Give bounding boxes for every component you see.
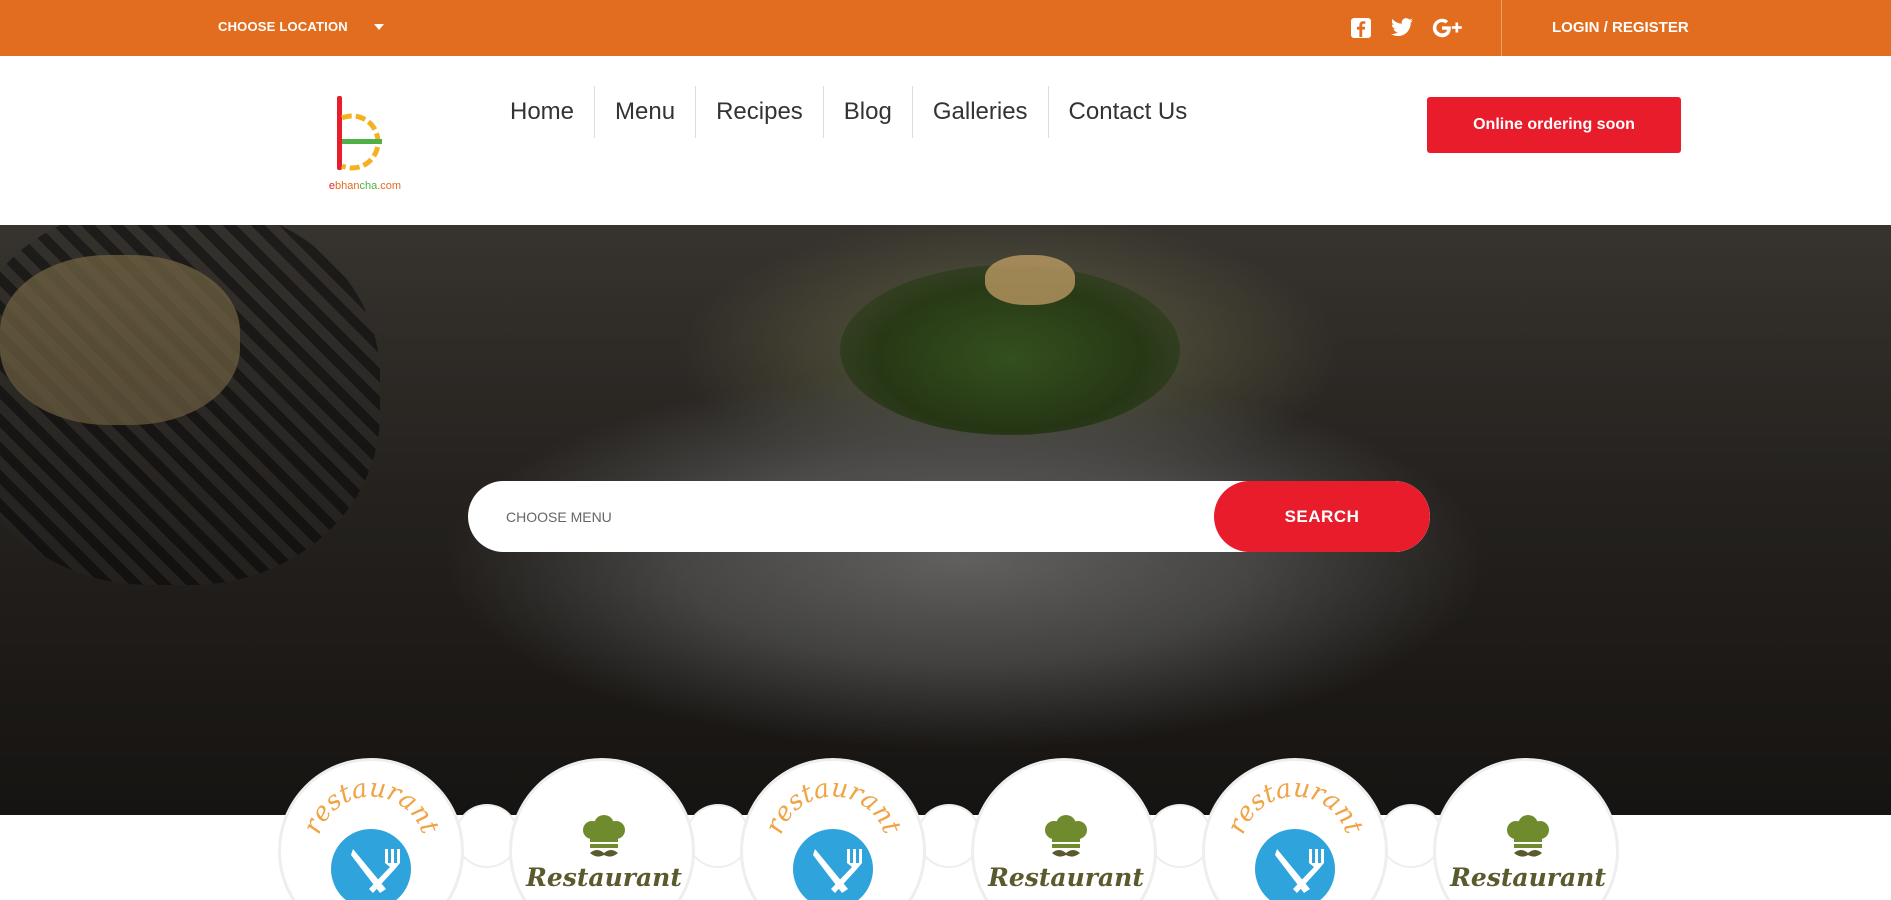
badge-connector: [457, 806, 517, 866]
chef-hat-logo-icon: Restaurant: [525, 815, 682, 892]
site-header: ebhancha.com Home Menu Recipes Blog Gall…: [0, 56, 1891, 225]
restaurant-badge[interactable]: Restaurant: [509, 758, 695, 900]
restaurant-badge[interactable]: restaurant: [278, 758, 464, 900]
twitter-icon[interactable]: [1390, 18, 1414, 38]
login-register-link[interactable]: LOGIN / REGISTER: [1552, 19, 1689, 36]
nav-item-galleries[interactable]: Galleries: [911, 86, 1048, 138]
svg-text:restaurant: restaurant: [298, 773, 445, 838]
nav-item-recipes[interactable]: Recipes: [695, 86, 823, 138]
svg-text:Restaurant: Restaurant: [987, 863, 1144, 892]
badge-connector: [1150, 806, 1210, 866]
nav-item-blog[interactable]: Blog: [822, 86, 912, 138]
social-links: [1350, 14, 1464, 42]
restaurant-badge[interactable]: Restaurant: [971, 758, 1157, 900]
restaurant-logo-icon: restaurant: [1222, 773, 1369, 900]
facebook-icon[interactable]: [1350, 17, 1372, 39]
chevron-down-icon: [373, 23, 384, 30]
nav-item-contact-us[interactable]: Contact Us: [1047, 86, 1208, 138]
badge-connector: [1381, 806, 1441, 866]
site-logo[interactable]: ebhancha.com: [320, 92, 410, 202]
badge-connector: [688, 806, 748, 866]
nav-item-menu[interactable]: Menu: [594, 86, 695, 138]
restaurant-badge[interactable]: restaurant: [740, 758, 926, 900]
chef-hat-logo-icon: Restaurant: [987, 815, 1144, 892]
chef-hat-logo-icon: Restaurant: [1449, 815, 1606, 892]
nav-item-home[interactable]: Home: [490, 86, 594, 138]
main-nav: Home Menu Recipes Blog Galleries Contact…: [490, 86, 1207, 138]
svg-text:Restaurant: Restaurant: [1449, 863, 1606, 892]
restaurant-logo-icon: restaurant: [760, 773, 907, 900]
topbar-divider: [1501, 0, 1502, 56]
location-selector[interactable]: CHOOSE LOCATION: [218, 19, 384, 34]
svg-text:restaurant: restaurant: [1222, 773, 1369, 838]
restaurant-badge[interactable]: restaurant: [1202, 758, 1388, 900]
online-ordering-button[interactable]: Online ordering soon: [1427, 97, 1681, 153]
restaurant-badge[interactable]: Restaurant: [1433, 758, 1619, 900]
restaurant-logo-icon: restaurant: [298, 773, 445, 900]
svg-text:restaurant: restaurant: [760, 773, 907, 838]
google-plus-icon[interactable]: [1432, 18, 1464, 38]
menu-search-bar: SEARCH: [468, 481, 1430, 552]
top-bar: CHOOSE LOCATION LOGIN / REGISTER: [0, 0, 1891, 56]
search-button[interactable]: SEARCH: [1214, 481, 1430, 552]
badge-connector: [919, 806, 979, 866]
location-label: CHOOSE LOCATION: [218, 19, 348, 34]
svg-text:Restaurant: Restaurant: [525, 863, 682, 892]
menu-search-input[interactable]: [468, 481, 1228, 552]
restaurant-badges: restaurant Restaurant restaurant Restaur…: [0, 758, 1891, 900]
logo-mark-icon: [337, 96, 382, 171]
logo-text: ebhancha.com: [328, 180, 402, 192]
